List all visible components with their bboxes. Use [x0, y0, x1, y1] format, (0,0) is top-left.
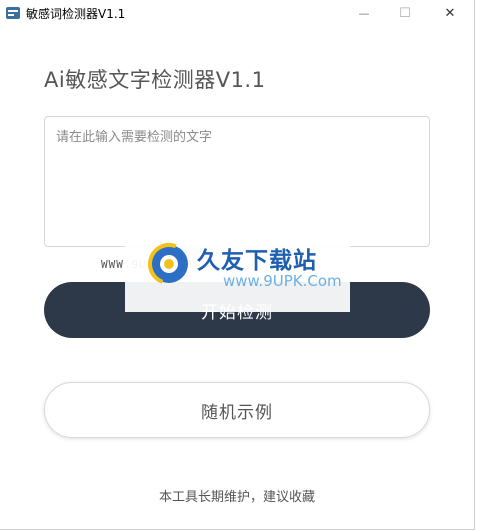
footer-note: 本工具长期维护，建议收藏: [158, 490, 315, 505]
text-input[interactable]: [44, 116, 430, 247]
maximize-button[interactable]: ☐: [383, 0, 427, 26]
random-example-button[interactable]: 随机示例: [44, 382, 430, 438]
maximize-icon: ☐: [399, 5, 411, 21]
watermark-title: 久友下载站: [197, 248, 317, 274]
globe-logo-icon: [148, 243, 190, 285]
app-icon: [6, 7, 20, 19]
minimize-button[interactable]: —: [342, 0, 386, 26]
title-bar: 敏感词检测器V1.1 — ☐ ✕: [0, 0, 474, 26]
page-title: Ai敏感文字检测器V1.1: [44, 68, 266, 92]
minimize-icon: —: [358, 6, 370, 20]
watermark: 久友下载站 www.9UPK.Com: [125, 236, 350, 312]
window-title: 敏感词检测器V1.1: [26, 7, 126, 21]
close-button[interactable]: ✕: [428, 0, 472, 26]
watermark-url: www.9UPK.Com: [223, 272, 342, 290]
close-icon: ✕: [444, 5, 456, 21]
